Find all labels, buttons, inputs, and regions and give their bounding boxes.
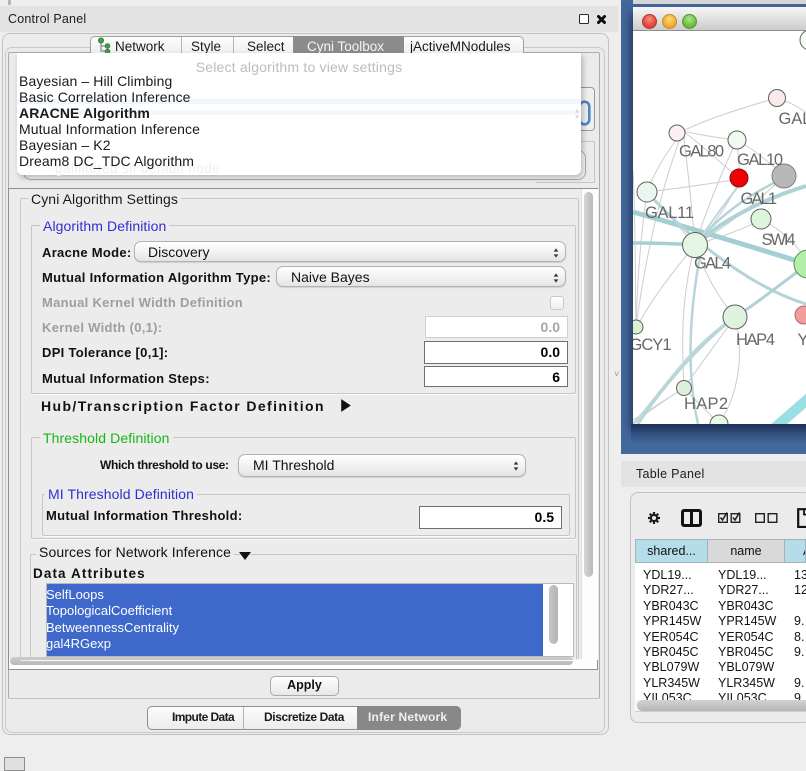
svg-text:GCY1: GCY1 bbox=[633, 336, 672, 354]
svg-text:SWI4: SWI4 bbox=[762, 231, 796, 249]
svg-text:GAL1: GAL1 bbox=[741, 190, 778, 208]
svg-text:GAL7: GAL7 bbox=[779, 110, 806, 128]
svg-text:GAL10: GAL10 bbox=[737, 151, 783, 169]
svg-text:GAL4: GAL4 bbox=[694, 255, 731, 273]
svg-text:GAL80: GAL80 bbox=[679, 143, 724, 161]
svg-text:GAL11: GAL11 bbox=[645, 204, 694, 222]
svg-text:Y: Y bbox=[798, 331, 806, 349]
svg-text:HAP2: HAP2 bbox=[684, 395, 728, 413]
svg-text:HAP4: HAP4 bbox=[736, 331, 775, 349]
